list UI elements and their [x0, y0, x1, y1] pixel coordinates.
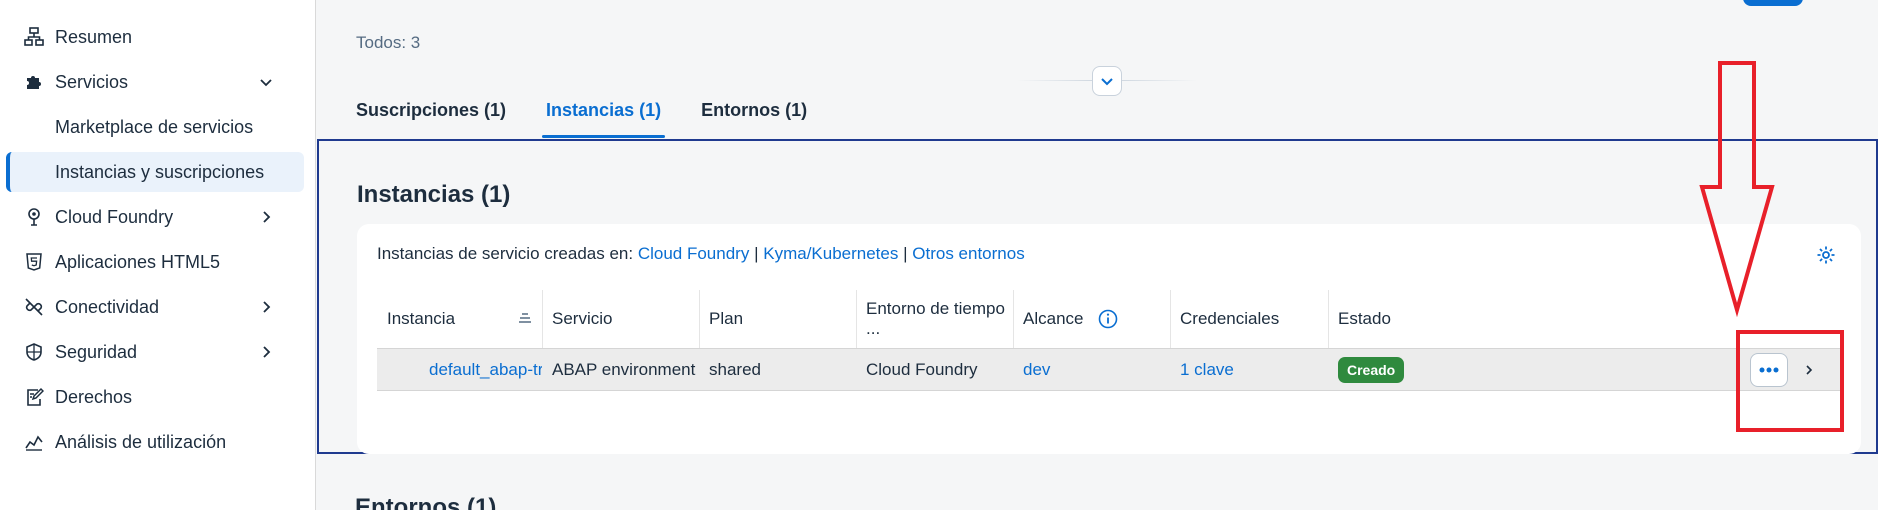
- sidebar-item-label: Servicios: [55, 71, 129, 92]
- sidebar-item-label: Marketplace de servicios: [55, 116, 254, 137]
- connectivity-icon: [22, 295, 46, 319]
- column-header-instancia[interactable]: Instancia: [377, 290, 542, 348]
- tab-bar: Suscripciones (1) Instancias (1) Entorno…: [356, 96, 847, 140]
- separator: |: [754, 244, 759, 263]
- sidebar-item-instancias[interactable]: Instancias y suscripciones: [6, 152, 304, 192]
- main-content: Todos: 3 Suscripciones (1) Instancias (1…: [317, 0, 1878, 510]
- sidebar-item-label: Derechos: [55, 386, 133, 407]
- hierarchy-icon: [22, 25, 46, 49]
- sidebar-item-servicios[interactable]: Servicios: [0, 62, 316, 102]
- instances-card: Instancias de servicio creadas en: Cloud…: [357, 224, 1861, 454]
- info-icon[interactable]: [1098, 309, 1118, 329]
- chevron-down-icon: [1101, 78, 1113, 86]
- created-in-label: Instancias de servicio creadas en:: [377, 244, 634, 263]
- column-header-estado[interactable]: Estado: [1328, 290, 1486, 348]
- sidebar-item-conectividad[interactable]: Conectividad: [0, 287, 316, 327]
- sidebar-item-label: Instancias y suscripciones: [55, 161, 265, 182]
- chevron-down-icon[interactable]: [254, 70, 278, 94]
- sidebar-item-cloud-foundry[interactable]: Cloud Foundry: [0, 197, 316, 237]
- sidebar-item-label: Conectividad: [55, 296, 160, 317]
- collapse-header-button[interactable]: [1092, 66, 1122, 96]
- cell-entorno: Cloud Foundry: [866, 360, 978, 379]
- link-kyma-kubernetes[interactable]: Kyma/Kubernetes: [763, 244, 898, 263]
- sort-icon: [517, 311, 533, 332]
- sidebar-item-seguridad[interactable]: Seguridad: [0, 332, 316, 372]
- column-header-credenciales[interactable]: Credenciales: [1170, 290, 1328, 348]
- table-header-row: Instancia Servicio Plan Entorno de tiemp…: [377, 290, 1840, 348]
- link-otros-entornos[interactable]: Otros entornos: [912, 244, 1024, 263]
- sidebar-item-label: Análisis de utilización: [55, 431, 227, 452]
- header-action-button[interactable]: [1743, 0, 1803, 6]
- gear-icon: [1817, 246, 1835, 264]
- more-actions-button[interactable]: [1750, 353, 1788, 387]
- sidebar-item-derechos[interactable]: Derechos: [0, 377, 316, 417]
- environments-section-title: Entornos (1): [355, 494, 497, 510]
- chevron-right-icon: [1806, 365, 1813, 375]
- tab-entornos[interactable]: Entornos (1): [701, 96, 807, 138]
- sidebar-item-analisis[interactable]: Análisis de utilización: [0, 422, 316, 462]
- credentials-link[interactable]: 1 clave: [1170, 349, 1328, 391]
- chevron-right-icon[interactable]: [254, 340, 278, 364]
- table-settings-button[interactable]: [1813, 242, 1839, 268]
- separator: |: [903, 244, 908, 263]
- link-cloud-foundry[interactable]: Cloud Foundry: [638, 244, 750, 263]
- sidebar-item-label: Resumen: [55, 26, 133, 47]
- cell-estado: Creado: [1328, 349, 1486, 391]
- environment-filter-text: Instancias de servicio creadas en: Cloud…: [377, 244, 1025, 264]
- instance-name-link[interactable]: default_abap-trial: [377, 349, 542, 391]
- column-header-entorno[interactable]: Entorno de tiempo ...: [856, 290, 1013, 348]
- column-header-alcance[interactable]: Alcance: [1013, 290, 1170, 348]
- total-count: Todos: 3: [356, 33, 421, 52]
- chevron-right-icon[interactable]: [254, 205, 278, 229]
- cell-plan: shared: [709, 360, 761, 379]
- sidebar-item-html5[interactable]: Aplicaciones HTML5: [0, 242, 316, 282]
- chevron-right-icon[interactable]: [254, 295, 278, 319]
- edit-document-icon: [22, 385, 46, 409]
- section-title: Instancias (1): [357, 181, 511, 208]
- sidebar-item-label: Seguridad: [55, 341, 138, 362]
- sidebar-item-label: Cloud Foundry: [55, 206, 174, 227]
- column-header-servicio[interactable]: Servicio: [542, 290, 699, 348]
- instances-table: Instancia Servicio Plan Entorno de tiemp…: [377, 290, 1840, 391]
- tab-instancias[interactable]: Instancias (1): [542, 96, 666, 138]
- sidebar: Resumen Servicios Marketplace de servici…: [0, 0, 316, 510]
- table-row[interactable]: default_abap-trial ABAP environment shar…: [377, 348, 1840, 391]
- cell-servicio: ABAP environment: [552, 360, 696, 379]
- sidebar-item-resumen[interactable]: Resumen: [0, 17, 316, 57]
- html5-icon: [22, 250, 46, 274]
- column-header-plan[interactable]: Plan: [699, 290, 856, 348]
- scope-link[interactable]: dev: [1013, 349, 1170, 391]
- status-badge: Creado: [1338, 357, 1405, 383]
- ellipsis-icon: [1759, 367, 1779, 373]
- instances-section: Instancias (1) Instancias de servicio cr…: [317, 139, 1878, 454]
- sidebar-item-label: Aplicaciones HTML5: [55, 251, 221, 272]
- cloud-foundry-icon: [22, 205, 46, 229]
- shield-icon: [22, 340, 46, 364]
- line-chart-icon: [22, 430, 46, 454]
- puzzle-icon: [22, 70, 46, 94]
- row-navigation-chevron[interactable]: [1797, 357, 1821, 383]
- tab-suscripciones[interactable]: Suscripciones (1): [356, 96, 506, 138]
- sidebar-item-marketplace[interactable]: Marketplace de servicios: [0, 107, 316, 147]
